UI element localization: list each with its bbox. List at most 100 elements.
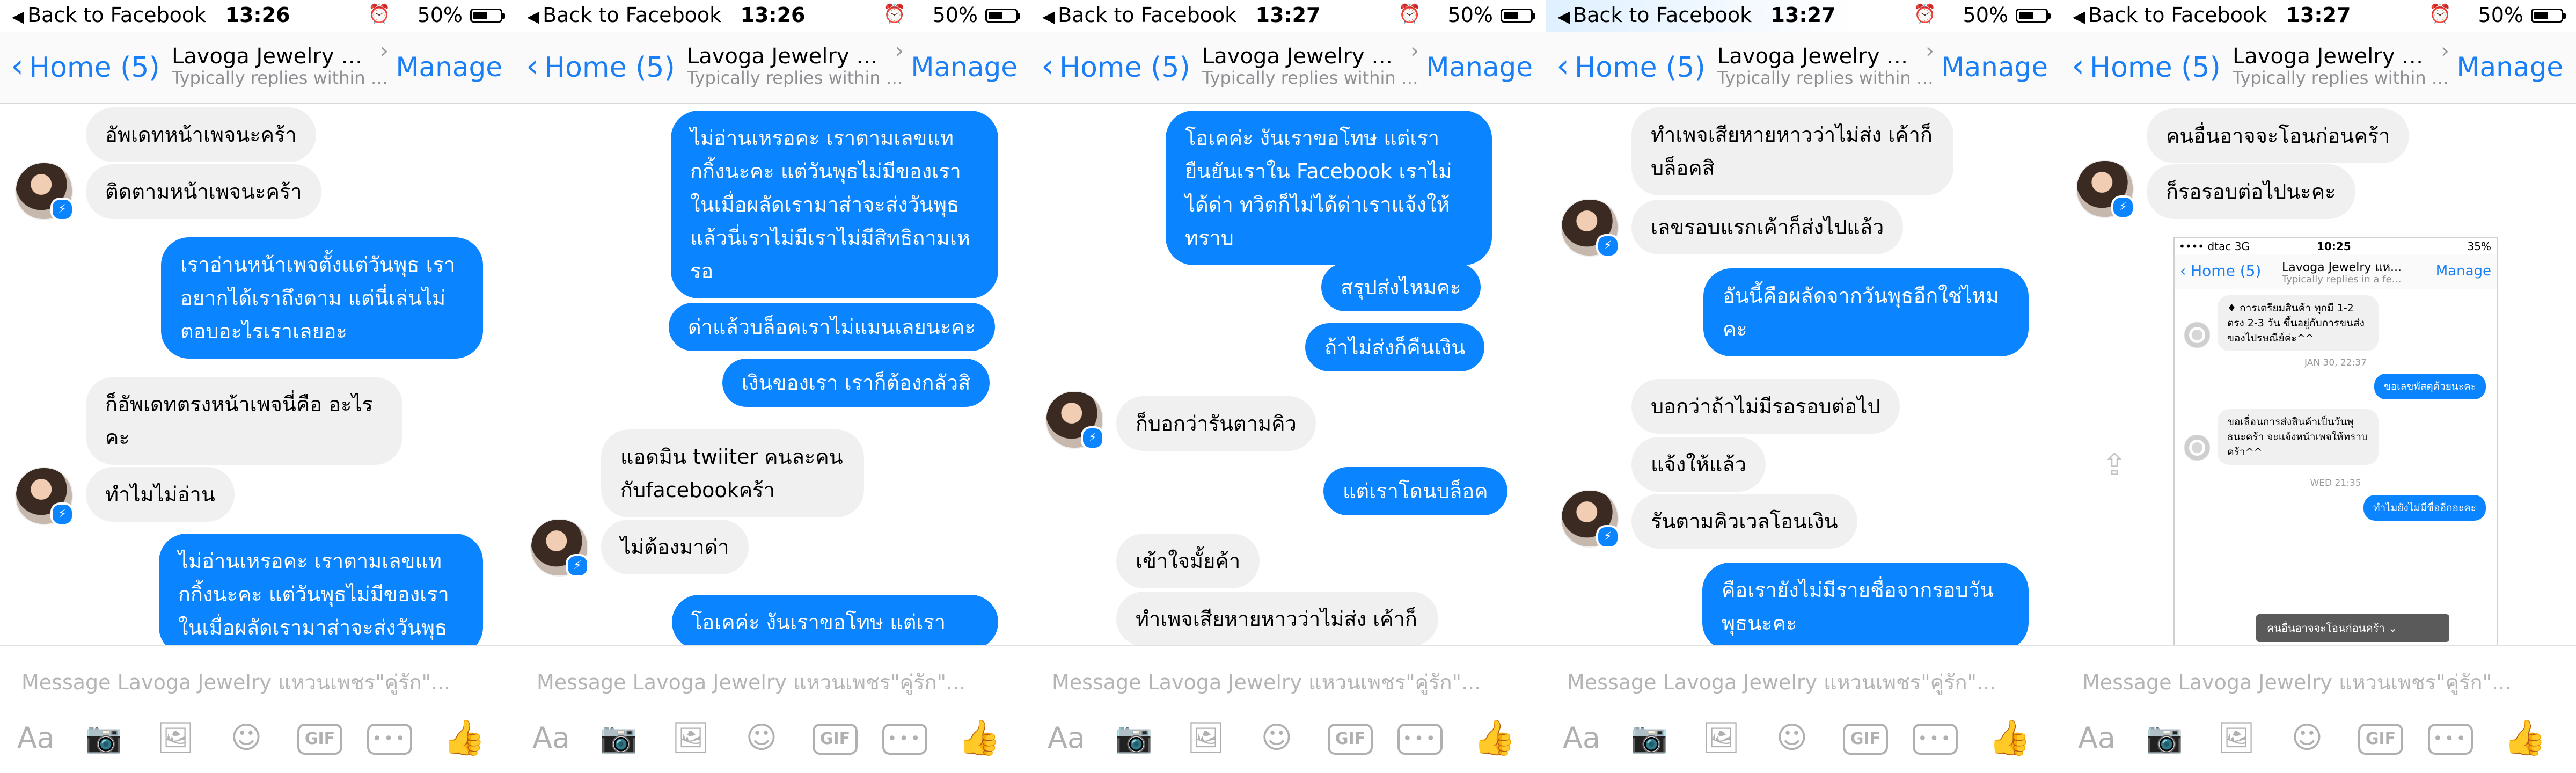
gallery-icon[interactable]: 🖼 xyxy=(1697,714,1745,762)
emoji-icon[interactable]: ☺ xyxy=(737,714,786,762)
nav-bar: ‹ Home (5) Lavoga Jewelry แห... › Typicall… xyxy=(515,32,1030,104)
home-back-button[interactable]: ‹ Home (5) xyxy=(1556,47,1706,85)
more-button[interactable]: ••• xyxy=(2428,724,2473,755)
alarm-icon: ⏰ xyxy=(1398,3,1421,25)
manage-button[interactable]: Manage xyxy=(911,52,1018,83)
manage-button[interactable]: Manage xyxy=(396,52,502,83)
text-format-button[interactable]: Aa xyxy=(2073,714,2121,762)
gif-button[interactable]: GIF xyxy=(297,724,342,755)
messenger-badge-icon: ⚡ xyxy=(1596,525,1620,549)
thumbs-up-icon[interactable]: 👍 xyxy=(440,714,488,762)
more-button[interactable]: ••• xyxy=(882,724,927,755)
message-input[interactable]: Message Lavoga Jewelry แหวนเพชร"คู่รัก".… xyxy=(1052,666,1481,698)
message-input[interactable]: Message Lavoga Jewelry แหวนเพชร"คู่รัก".… xyxy=(537,666,965,698)
thumbs-up-icon[interactable]: 👍 xyxy=(955,714,1004,762)
nested-timestamp: WED 21:35 xyxy=(2310,478,2361,488)
home-label: Home (5) xyxy=(1575,52,1706,84)
message-text: คือเรายังไม่มีรายชื่อจากรอบวันพุธนะคะ xyxy=(1702,563,2029,645)
message-outgoing: สรุปส่งไหมคะ xyxy=(1321,263,1481,311)
message-thread[interactable]: โอเคค่ะ งันเราขอโทษ แต่เรายืนยันเราใน Fa… xyxy=(1030,104,1546,645)
page-avatar[interactable]: ⚡ xyxy=(15,467,74,526)
message-outgoing: เงินของเรา เราก็ต้องกลัวสิ xyxy=(722,359,990,407)
thumbs-up-icon[interactable]: 👍 xyxy=(1470,714,1519,762)
message-outgoing: โอเคค่ะ งันเราขอโทษ แต่เรา xyxy=(672,595,998,645)
camera-icon[interactable]: 📷 xyxy=(1110,714,1158,762)
alarm-icon: ⏰ xyxy=(368,3,391,25)
thumbs-up-icon[interactable]: 👍 xyxy=(1986,714,2034,762)
message-text: เลขรอบแรกเค้าก็ส่งไปแล้ว xyxy=(1631,200,1904,254)
message-input[interactable]: Message Lavoga Jewelry แหวนเพชร"คู่รัก".… xyxy=(2082,666,2511,698)
response-time-subtitle: Typically replies within a... xyxy=(172,68,397,88)
emoji-icon[interactable]: ☺ xyxy=(2283,714,2331,762)
text-format-button[interactable]: Aa xyxy=(12,714,60,762)
chevron-right-icon: › xyxy=(1410,39,1419,63)
camera-icon[interactable]: 📷 xyxy=(1625,714,1673,762)
home-back-button[interactable]: ‹ Home (5) xyxy=(1041,47,1190,85)
nested-subtitle: Typically replies in a few... xyxy=(2282,274,2405,285)
message-text: โอเคค่ะ งันเราขอโทษ แต่เรายืนยันเราใน Fa… xyxy=(1166,111,1492,265)
messenger-badge-icon: ⚡ xyxy=(50,502,74,526)
composer-toolbar: Aa 📷 🖼 ☺ GIF ••• 👍 xyxy=(1030,714,1546,762)
text-format-button[interactable]: Aa xyxy=(527,714,575,762)
manage-button[interactable]: Manage xyxy=(1426,52,1533,83)
message-text: ด่าแล้วบล็อคเราไม่แมนเลยนะคะ xyxy=(669,303,995,351)
home-back-button[interactable]: ‹ Home (5) xyxy=(526,47,675,85)
gif-button[interactable]: GIF xyxy=(2358,724,2403,755)
message-thread[interactable]: อัพเดทหน้าเพจนะคร้า ติดตามหน้าเพจนะคร้า … xyxy=(0,104,515,645)
response-time-subtitle: Typically replies within a... xyxy=(2233,68,2458,88)
message-input[interactable]: Message Lavoga Jewelry แหวนเพชร"คู่รัก".… xyxy=(21,666,450,698)
message-incoming: ทำเพจเสียหายหาวว่าไม่ส่ง เค้าก็บล็อคสิ xyxy=(1631,107,1953,195)
text-format-button[interactable]: Aa xyxy=(1557,714,1606,762)
message-thread[interactable]: ทำเพจเสียหายหาวว่าไม่ส่ง เค้าก็บล็อคสิ เ… xyxy=(1546,104,2061,645)
gif-button[interactable]: GIF xyxy=(1328,724,1373,755)
gallery-icon[interactable]: 🖼 xyxy=(667,714,715,762)
gallery-icon[interactable]: 🖼 xyxy=(151,714,200,762)
response-time-subtitle: Typically replies within a... xyxy=(1202,68,1428,88)
message-incoming: คนอื่นอาจจะโอนก่อนคร้า xyxy=(2147,108,2410,163)
message-text: โอเคค่ะ งันเราขอโทษ แต่เรา xyxy=(672,595,998,645)
emoji-icon[interactable]: ☺ xyxy=(1768,714,1816,762)
message-thread[interactable]: คนอื่นอาจจะโอนก่อนคร้า ก็รอรอบต่อไปนะคะ … xyxy=(2061,104,2576,645)
page-avatar[interactable]: ⚡ xyxy=(1045,391,1104,450)
message-outgoing: ถ้าไม่ส่งก็คืนเงิน xyxy=(1305,323,1485,371)
share-icon[interactable]: ⇪ xyxy=(2097,448,2132,485)
message-input[interactable]: Message Lavoga Jewelry แหวนเพชร"คู่รัก".… xyxy=(1567,666,1996,698)
page-avatar[interactable]: ⚡ xyxy=(530,519,589,578)
message-thread[interactable]: ไม่อ่านเหรอคะ เราตามเลขแทกกิ้งนะคะ แต่วั… xyxy=(515,104,1030,645)
message-outgoing: แต่เราโดนบล็อค xyxy=(1323,467,1507,515)
more-button[interactable]: ••• xyxy=(367,724,412,755)
camera-icon[interactable]: 📷 xyxy=(79,714,128,762)
camera-icon[interactable]: 📷 xyxy=(595,714,643,762)
manage-button[interactable]: Manage xyxy=(2456,52,2563,83)
gif-button[interactable]: GIF xyxy=(813,724,858,755)
manage-button[interactable]: Manage xyxy=(1941,52,2048,83)
composer: Message Lavoga Jewelry แหวนเพชร"คู่รัก".… xyxy=(1030,645,1546,773)
emoji-icon[interactable]: ☺ xyxy=(1253,714,1301,762)
home-back-button[interactable]: ‹ Home (5) xyxy=(11,47,160,85)
emoji-icon[interactable]: ☺ xyxy=(222,714,270,762)
page-avatar[interactable]: ⚡ xyxy=(1561,490,1620,549)
composer: Message Lavoga Jewelry แหวนเพชร"คู่รัก".… xyxy=(1546,645,2061,773)
status-bar: ◀ Back to Facebook 13:26 ⏰ 50% xyxy=(515,0,1030,32)
more-button[interactable]: ••• xyxy=(1397,724,1443,755)
gif-button[interactable]: GIF xyxy=(1843,724,1888,755)
home-label: Home (5) xyxy=(544,52,675,84)
screenshot-panel-2: ◀ Back to Facebook 13:26 ⏰ 50% ‹ Home (5) … xyxy=(515,0,1030,773)
thumbs-up-icon[interactable]: 👍 xyxy=(2501,714,2549,762)
page-avatar[interactable]: ⚡ xyxy=(2076,160,2135,219)
more-button[interactable]: ••• xyxy=(1913,724,1958,755)
shared-screenshot-image[interactable]: •••• dtac 3G 10:25 35% ‹ Home (5) Lavoga… xyxy=(2174,237,2498,645)
battery-icon xyxy=(2016,9,2051,23)
gallery-icon[interactable]: 🖼 xyxy=(2212,714,2260,762)
page-avatar[interactable]: ⚡ xyxy=(15,162,74,221)
camera-icon[interactable]: 📷 xyxy=(2140,714,2189,762)
messenger-badge-icon: ⚡ xyxy=(566,554,589,578)
nested-carrier: •••• dtac 3G xyxy=(2179,240,2250,253)
gallery-icon[interactable]: 🖼 xyxy=(1182,714,1230,762)
screenshot-panel-1: ◀ Back to Facebook 13:26 ⏰ 50% ‹ Home (5) … xyxy=(0,0,515,773)
page-avatar[interactable]: ⚡ xyxy=(1561,199,1620,258)
text-format-button[interactable]: Aa xyxy=(1042,714,1091,762)
home-back-button[interactable]: ‹ Home (5) xyxy=(2072,47,2221,85)
chevron-left-icon: ‹ xyxy=(1556,47,1569,85)
battery-percent: 50% xyxy=(1963,3,2008,27)
